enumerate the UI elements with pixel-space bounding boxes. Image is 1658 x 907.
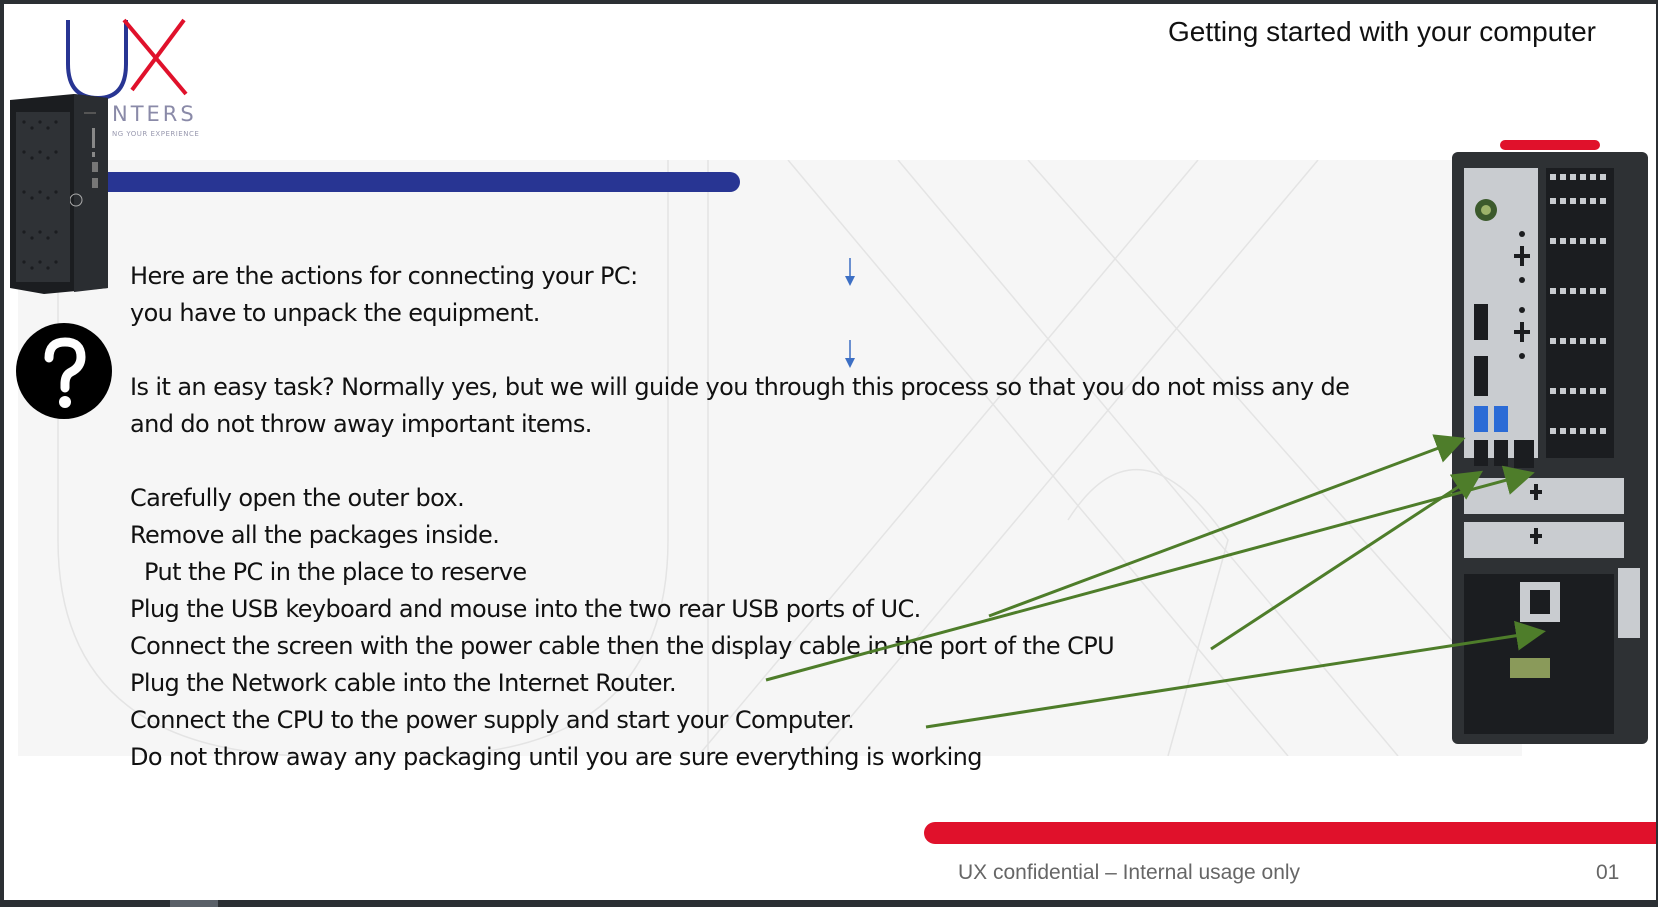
text-line: Here are the actions for connecting your… <box>130 262 638 290</box>
window-bottom-strip <box>0 900 1658 907</box>
text-line: and do not throw away important items. <box>130 410 592 438</box>
text-line: Connect the CPU to the power supply and … <box>130 706 855 734</box>
text-line: Plug the Network cable into the Internet… <box>130 669 677 697</box>
text-line: Put the PC in the place to reserve <box>130 558 527 586</box>
text-line: Do not throw away any packaging until yo… <box>130 743 983 771</box>
footer-confidential: UX confidential – Internal usage only <box>958 861 1301 884</box>
text-line: Remove all the packages inside. <box>130 521 500 549</box>
text-line: Is it an easy task? Normally yes, but we… <box>130 373 1350 401</box>
arrow-down-icon <box>845 340 855 368</box>
slide: NTERS NG YOUR EXPERIENCE Getting started… <box>4 4 1656 900</box>
text-line <box>130 443 1450 480</box>
instructions-text: Here are the actions for connecting your… <box>130 258 1450 776</box>
text-line <box>130 332 1450 369</box>
text-line: Plug the USB keyboard and mouse into the… <box>130 595 921 623</box>
footer-accent-bar <box>924 822 1656 844</box>
text-line: Carefully open the outer box. <box>130 484 465 512</box>
strip-segment <box>170 900 218 907</box>
page-title: Getting started with your computer <box>1168 16 1596 47</box>
title-accent-bar <box>90 172 740 192</box>
help-icon <box>16 323 112 419</box>
pc-tower-rear-image <box>1452 152 1648 744</box>
text-line: you have to unpack the equipment. <box>130 299 540 327</box>
logo-text: NTERS <box>112 102 197 126</box>
logo-tagline: NG YOUR EXPERIENCE <box>112 130 200 138</box>
arrow-down-icon <box>845 258 855 286</box>
text-line: Connect the screen with the power cable … <box>130 632 1115 660</box>
page-number: 01 <box>1596 861 1620 884</box>
pc-tower-front-image <box>10 94 108 294</box>
